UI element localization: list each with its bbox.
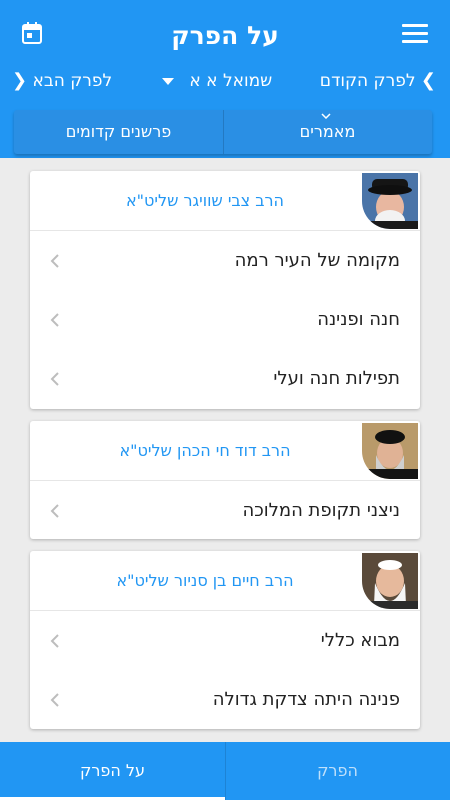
chapter-navigation: ❯ לפרק הקודם שמואל א א לפרק הבא ❮ xyxy=(0,64,450,102)
app-header: על הפרק ❯ לפרק הקודם שמואל א א לפרק הבא … xyxy=(0,0,450,158)
tab-articles-label: מאמרים xyxy=(299,122,356,141)
tab-chapter-label: הפרק xyxy=(317,761,358,780)
chevron-left-icon xyxy=(50,313,59,327)
rabbi-card-header[interactable]: הרב חיים בן סניור שליט"א xyxy=(30,551,420,611)
page-title: על הפרק xyxy=(171,21,279,50)
chevron-left-icon xyxy=(50,372,59,386)
chevron-left-icon xyxy=(50,693,59,707)
tab-about-chapter-label: על הפרק xyxy=(79,761,146,780)
next-chapter-label: לפרק הבא xyxy=(32,71,113,91)
list-item[interactable]: מקומה של העיר רמה xyxy=(30,231,420,290)
tab-early-commentators[interactable]: פרשנים קדומים xyxy=(14,110,223,154)
chapter-select[interactable]: שמואל א א xyxy=(162,68,272,94)
rabbi-avatar xyxy=(362,423,418,479)
list-item-label: פנינה היתה צדקת גדולה xyxy=(212,689,400,710)
tab-about-chapter[interactable]: על הפרק xyxy=(0,742,225,800)
list-item-label: מבוא כללי xyxy=(320,630,400,651)
tab-chapter[interactable]: הפרק xyxy=(225,742,450,800)
list-item-label: מקומה של העיר רמה xyxy=(234,250,400,271)
chevron-right-icon: ❯ xyxy=(420,70,436,91)
tab-divider xyxy=(223,110,224,154)
rabbi-name: הרב דוד חי הכהן שליט"א xyxy=(119,441,291,460)
list-item-label: ניצני תקופת המלוכה xyxy=(242,500,400,521)
prev-chapter-button[interactable]: ❯ לפרק הקודם xyxy=(320,68,436,94)
list-item-label: תפילות חנה ועלי xyxy=(273,368,400,389)
next-chapter-button[interactable]: לפרק הבא ❮ xyxy=(12,68,112,94)
rabbi-card-header[interactable]: הרב דוד חי הכהן שליט"א xyxy=(30,421,420,481)
rabbi-card: הרב צבי שוויגר שליט"א מקומה של העיר רמה … xyxy=(30,171,420,409)
rabbi-card-header[interactable]: הרב צבי שוויגר שליט"א xyxy=(30,171,420,231)
top-bar: על הפרק xyxy=(0,0,450,64)
prev-chapter-label: לפרק הקודם xyxy=(319,71,416,91)
chevron-left-icon: ❮ xyxy=(12,70,28,91)
chevron-left-icon xyxy=(50,504,59,518)
list-item[interactable]: חנה ופנינה xyxy=(30,290,420,349)
content-tabs: מאמרים פרשנים קדומים xyxy=(14,110,432,154)
chevron-left-icon xyxy=(50,634,59,648)
chevron-left-icon xyxy=(50,254,59,268)
caret-down-icon xyxy=(162,77,174,85)
list-item-label: חנה ופנינה xyxy=(317,309,400,330)
rabbi-card: הרב דוד חי הכהן שליט"א ניצני תקופת המלוכ… xyxy=(30,421,420,539)
tab-articles[interactable]: מאמרים xyxy=(223,110,432,154)
tab-early-commentators-label: פרשנים קדומים xyxy=(65,122,172,141)
rabbi-card: הרב חיים בן סניור שליט"א מבוא כללי פנינה… xyxy=(30,551,420,729)
rabbi-name: הרב חיים בן סניור שליט"א xyxy=(116,571,294,590)
list-item[interactable]: ניצני תקופת המלוכה xyxy=(30,481,420,539)
bottom-tab-divider xyxy=(225,742,226,800)
rabbi-name: הרב צבי שוויגר שליט"א xyxy=(125,191,284,210)
list-item[interactable]: תפילות חנה ועלי xyxy=(30,349,420,408)
current-chapter-label: שמואל א א xyxy=(189,71,273,91)
rabbi-avatar xyxy=(362,553,418,609)
rabbi-avatar xyxy=(362,173,418,229)
bottom-tab-bar: הפרק על הפרק xyxy=(0,742,450,800)
selected-indicator-icon xyxy=(321,113,331,119)
list-item[interactable]: מבוא כללי xyxy=(30,611,420,670)
calendar-icon[interactable] xyxy=(22,22,42,44)
list-item[interactable]: פנינה היתה צדקת גדולה xyxy=(30,670,420,729)
